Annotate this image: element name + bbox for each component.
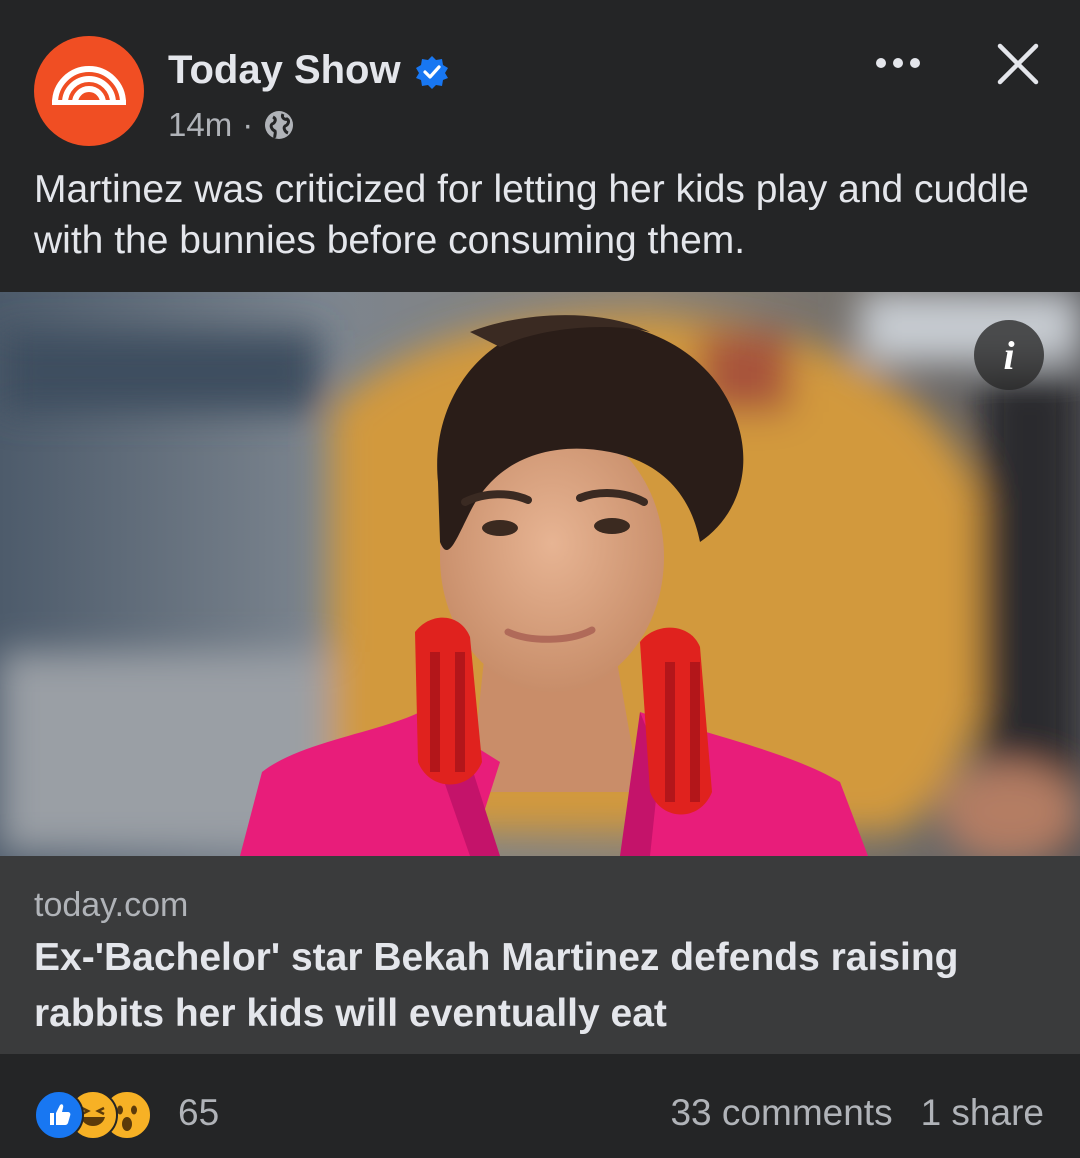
- today-logo-icon: [52, 66, 126, 105]
- post-timestamp[interactable]: 14m: [168, 106, 232, 144]
- comments-count[interactable]: 33 comments: [670, 1092, 892, 1134]
- article-photo[interactable]: [0, 292, 1080, 856]
- facebook-post: Today Show 14m · Martinez was criticized…: [0, 0, 1080, 1158]
- engagement-bar: 65 33 comments 1 share: [0, 1054, 1080, 1158]
- page-avatar[interactable]: [34, 36, 144, 146]
- post-caption: Martinez was criticized for letting her …: [34, 168, 1029, 262]
- post-meta: 14m ·: [168, 106, 295, 144]
- more-options-icon[interactable]: [872, 48, 924, 78]
- globe-icon: [265, 111, 294, 139]
- meta-separator: ·: [242, 106, 254, 143]
- like-icon: [34, 1090, 84, 1140]
- verified-badge-icon: [416, 56, 448, 89]
- article-image: [0, 292, 1080, 856]
- close-icon[interactable]: [994, 40, 1042, 88]
- link-headline: Ex-'Bachelor' star Bekah Martinez defend…: [34, 936, 959, 1035]
- post-stats: 33 comments 1 share: [670, 1092, 1044, 1134]
- link-preview[interactable]: today.com Ex-'Bachelor' star Bekah Marti…: [0, 856, 1080, 1054]
- post-header: Today Show 14m ·: [0, 0, 1080, 160]
- reaction-count[interactable]: 65: [178, 1092, 219, 1134]
- link-domain: today.com: [34, 886, 189, 924]
- page-name[interactable]: Today Show: [168, 48, 401, 93]
- ad-info-icon[interactable]: i: [974, 320, 1044, 390]
- shares-count[interactable]: 1 share: [921, 1092, 1044, 1134]
